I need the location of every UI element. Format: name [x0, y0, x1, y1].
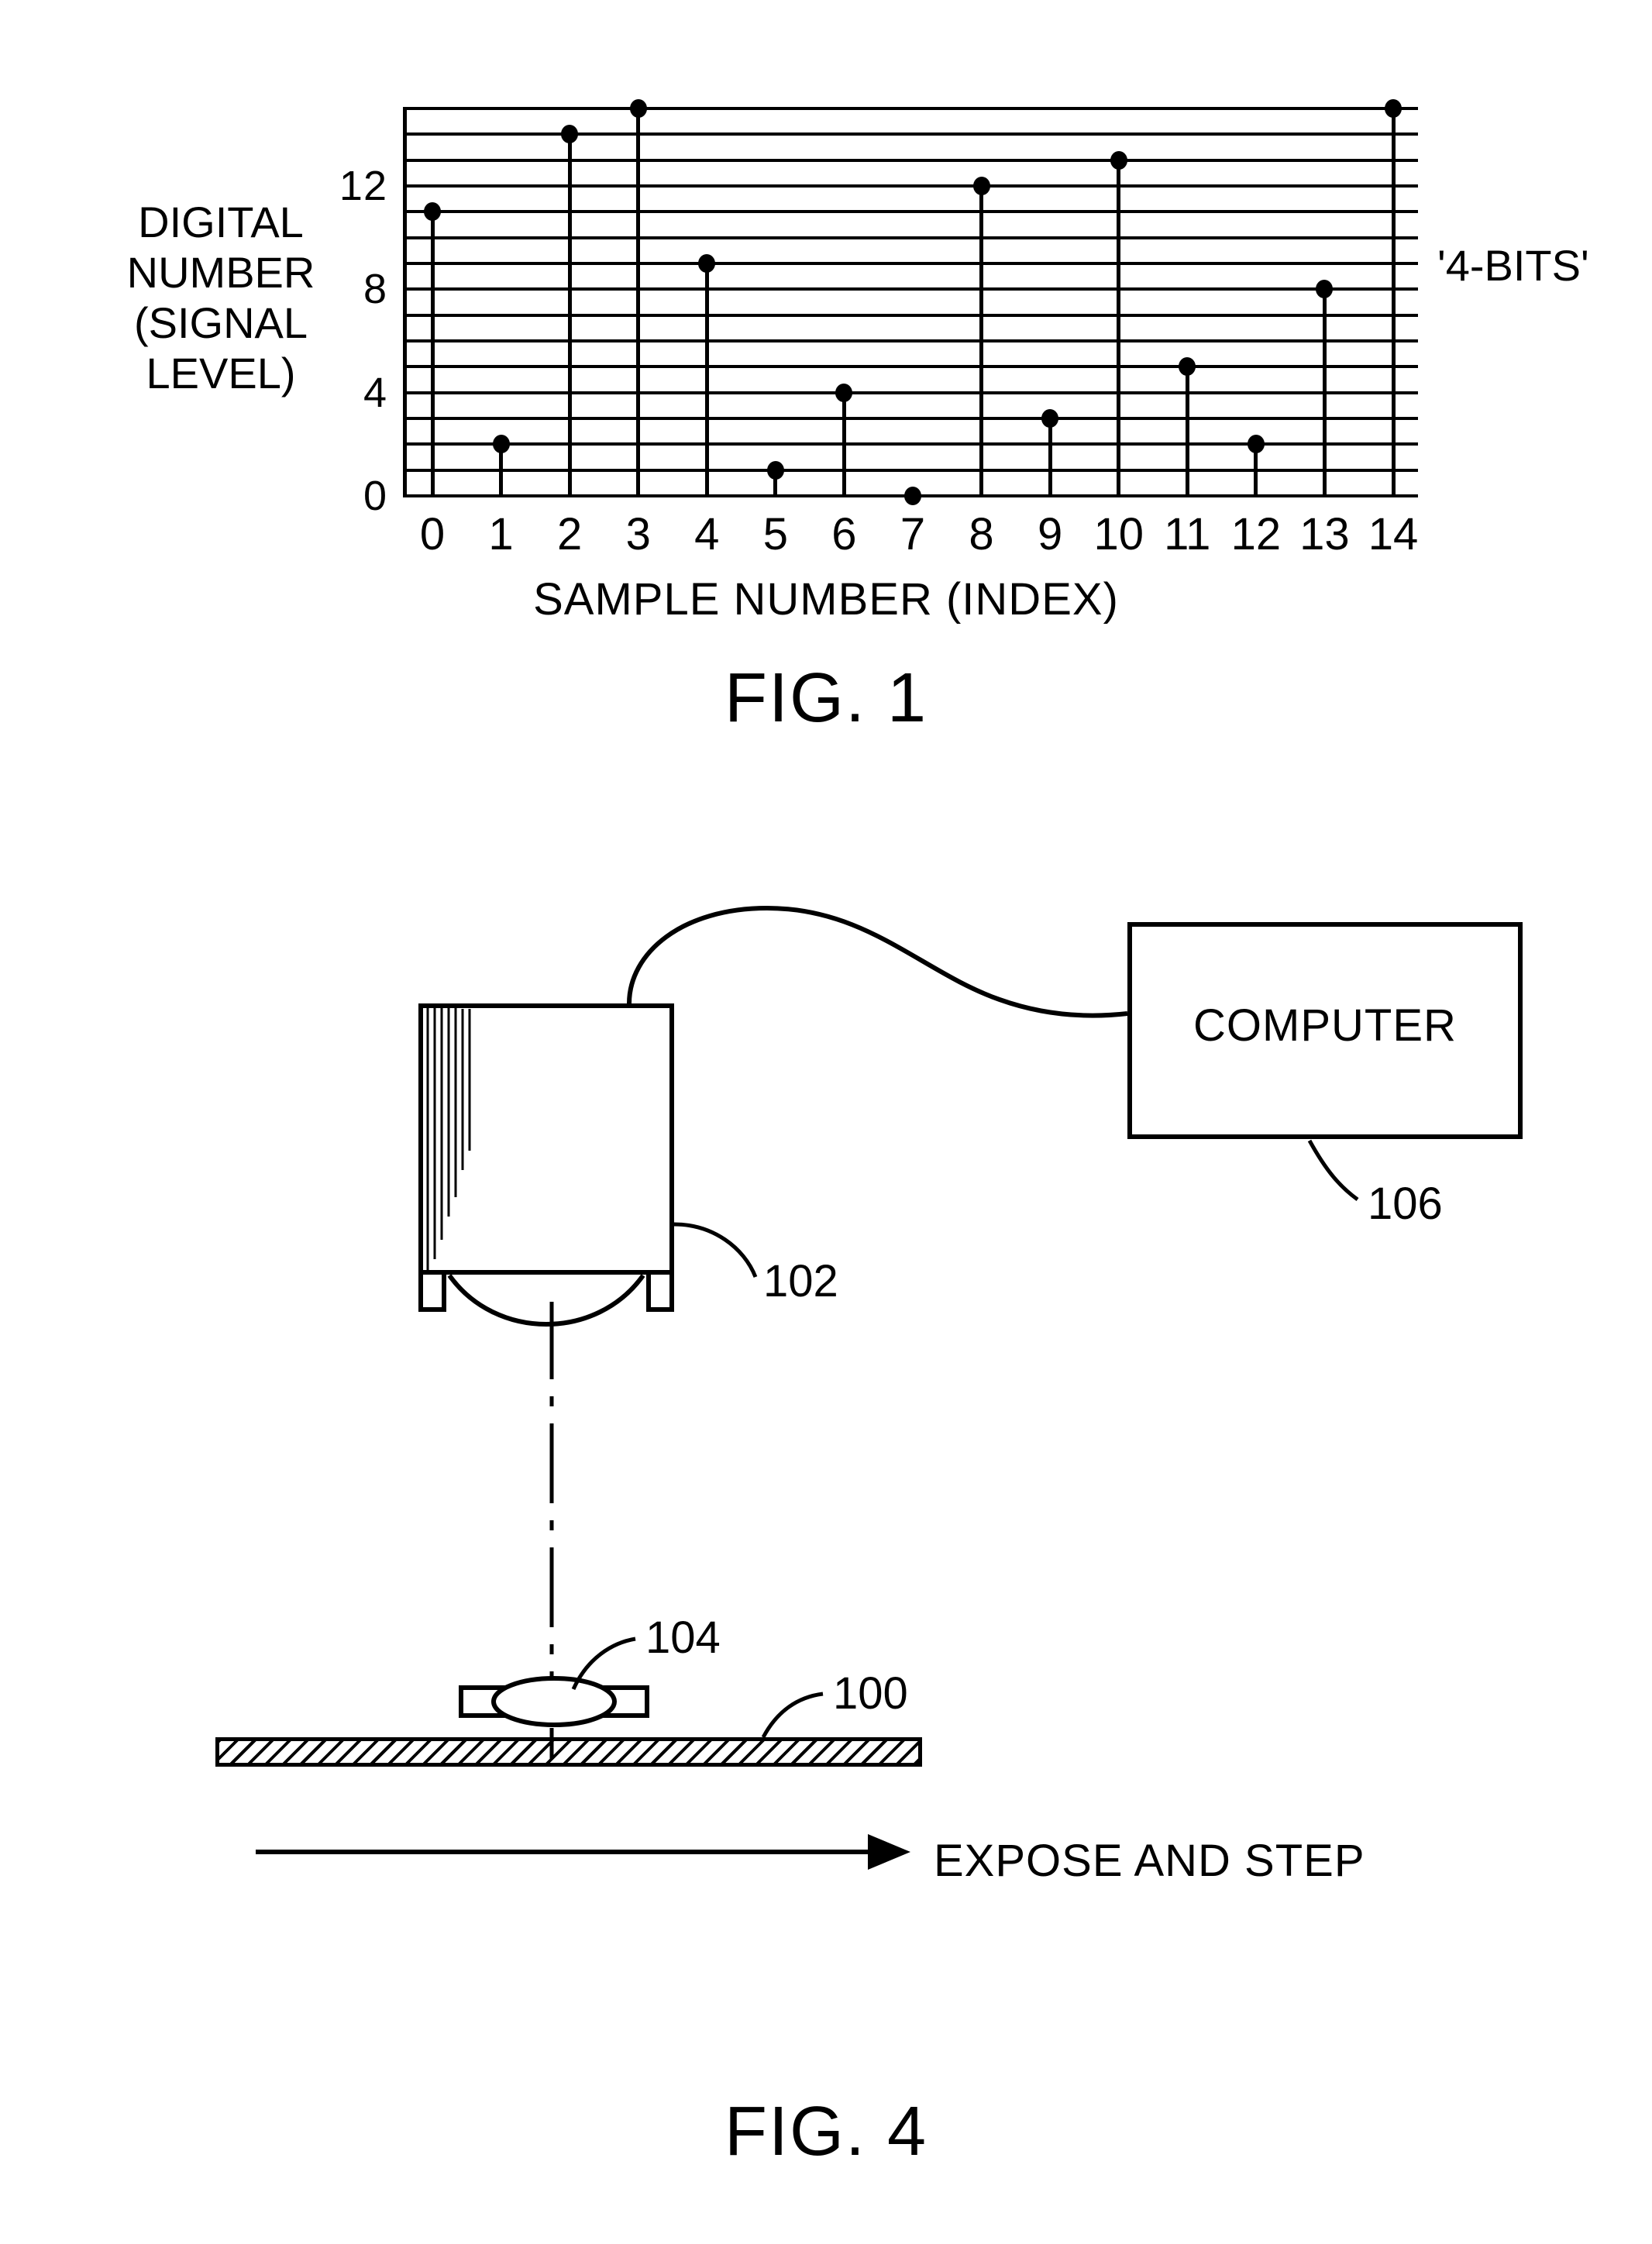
grid-line — [403, 158, 1418, 162]
ref-number-106: 106 — [1368, 1179, 1443, 1229]
x-tick-label: 8 — [969, 509, 994, 559]
data-cable — [627, 905, 1128, 1018]
grid-line — [403, 184, 1418, 188]
x-tick-label: 11 — [1164, 509, 1211, 559]
sample-point — [766, 460, 784, 480]
leader-line-102 — [673, 1222, 758, 1278]
sample-stem — [567, 134, 572, 496]
figure-4: COMPUTER 102 106 104 100 EXPOSE AND STEP… — [0, 837, 1652, 2244]
x-axis-title: SAMPLE NUMBER (INDEX) — [533, 574, 1119, 625]
sample-stem — [1322, 289, 1327, 496]
grid-line — [403, 262, 1418, 265]
sample-point — [629, 99, 647, 118]
grid-line — [403, 210, 1418, 214]
figure-1: DIGITAL NUMBER (SIGNAL LEVEL) '4-BITS' 0… — [0, 0, 1652, 790]
sample-point — [424, 202, 441, 222]
x-tick-label: 12 — [1230, 509, 1282, 559]
sample-point — [904, 487, 921, 505]
objective-lens-curve — [447, 1274, 645, 1327]
sample-stem — [1117, 160, 1121, 496]
sample-point — [1041, 409, 1059, 428]
sample-stem — [1048, 418, 1052, 496]
x-tick-label: 2 — [557, 509, 583, 559]
y-axis-line — [403, 108, 407, 496]
grid-line — [403, 236, 1418, 239]
grid-line — [403, 107, 1418, 110]
bit-depth-annotation: '4-BITS' — [1437, 241, 1589, 290]
grid-line — [403, 339, 1418, 342]
sample-stem — [704, 263, 709, 496]
x-tick-label: 0 — [419, 509, 446, 559]
projection-lens-element — [459, 1676, 649, 1727]
x-tick-label: 13 — [1299, 509, 1350, 559]
ref-number-100: 100 — [833, 1668, 908, 1719]
sample-stem — [636, 108, 641, 496]
grid-line — [403, 417, 1418, 420]
sample-point — [972, 177, 990, 195]
sample-point — [1247, 435, 1265, 454]
sample-point — [1110, 150, 1127, 170]
chart-plot-area: 0 4 8 12 0 1 2 3 4 5 6 7 8 9 10 11 12 13 14 — [339, 99, 1418, 559]
sample-point — [1179, 357, 1196, 377]
y-tick-label: 12 — [339, 163, 387, 209]
sample-point — [1385, 99, 1402, 118]
sample-point — [492, 435, 510, 454]
x-tick-label: 9 — [1038, 509, 1063, 559]
x-tick-label: 6 — [831, 509, 857, 559]
leader-line-100 — [761, 1692, 824, 1739]
x-tick-label: 1 — [488, 509, 514, 559]
expose-and-step-label: EXPOSE AND STEP — [934, 1836, 1365, 1886]
expose-step-arrow — [256, 1834, 910, 1870]
sample-stem — [1391, 108, 1396, 496]
figure-1-caption: FIG. 1 — [724, 659, 928, 737]
x-tick-label: 3 — [625, 509, 651, 559]
sample-point — [561, 125, 579, 144]
grid-line — [403, 313, 1418, 317]
sample-stem — [979, 186, 984, 496]
grid-line — [403, 287, 1418, 291]
ref-number-104: 104 — [645, 1612, 721, 1663]
sample-point — [698, 254, 716, 273]
grid-line — [403, 133, 1418, 136]
x-tick-label: 4 — [694, 509, 720, 559]
y-tick-label: 4 — [363, 369, 387, 416]
leader-line-106 — [1307, 1139, 1359, 1202]
x-tick-label: 7 — [900, 509, 926, 559]
sample-stem — [1185, 367, 1189, 496]
x-tick-label: 5 — [762, 509, 788, 559]
grid-line — [403, 442, 1418, 446]
sample-stem — [841, 392, 846, 496]
grid-line — [403, 391, 1418, 394]
figure-4-linework — [256, 905, 1359, 1870]
y-tick-label: 0 — [363, 473, 387, 519]
x-tick-label: 10 — [1093, 509, 1144, 559]
y-tick-label: 8 — [363, 266, 387, 313]
ref-number-102: 102 — [763, 1256, 838, 1306]
grid-line — [403, 365, 1418, 369]
sample-point — [835, 383, 853, 402]
patent-figure-sheet: DIGITAL NUMBER (SIGNAL LEVEL) '4-BITS' 0… — [0, 0, 1652, 2244]
grid-line — [403, 468, 1418, 472]
sample-point — [1316, 280, 1334, 299]
sample-stem — [430, 212, 435, 496]
x-tick-label: 14 — [1368, 509, 1419, 559]
figure-4-caption: FIG. 4 — [724, 2093, 928, 2170]
body-texture-lines — [426, 1007, 471, 1271]
